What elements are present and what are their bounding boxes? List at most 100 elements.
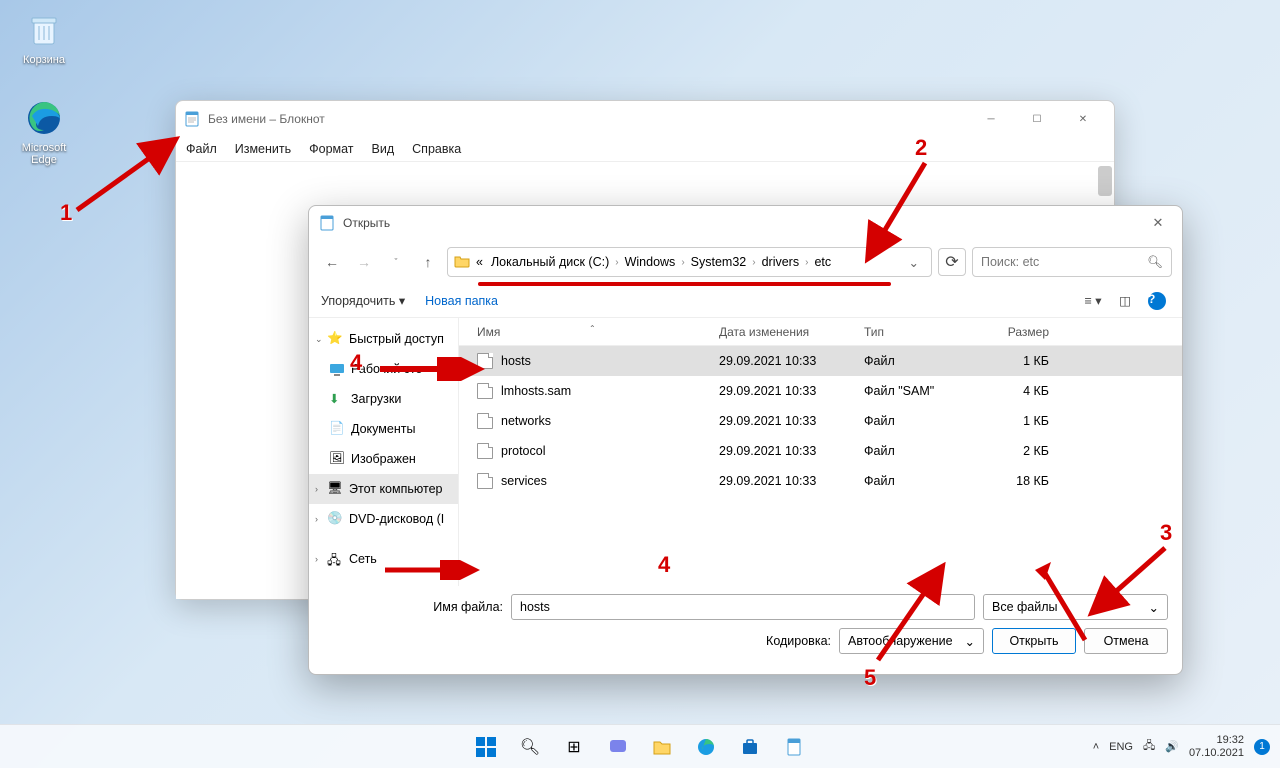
sidebar-this-pc[interactable]: ›🖥Этот компьютер [309,474,458,504]
breadcrumb-etc[interactable]: etc [812,253,833,271]
address-bar[interactable]: « Локальный диск (C:) › Windows › System… [447,247,932,277]
file-type: Файл "SAM" [864,384,984,398]
star-icon: ⭐ [327,331,343,347]
new-folder-button[interactable]: Новая папка [425,294,498,308]
nav-forward-button[interactable]: → [351,249,377,275]
taskbar-search-button[interactable]: 🔍︎ [511,728,549,766]
search-icon: 🔍︎ [1147,255,1163,270]
search-placeholder: Поиск: etc [981,255,1039,269]
file-list: Имя⌃ Дата изменения Тип Размер hosts 29.… [459,318,1182,586]
file-date: 29.09.2021 10:33 [719,444,864,458]
close-button[interactable]: ✕ [1060,101,1106,137]
file-icon [477,473,493,489]
file-row[interactable]: services 29.09.2021 10:33 Файл 18 КБ [459,466,1182,496]
open-button[interactable]: Открыть [992,628,1076,654]
tray-network-icon[interactable]: 🖧 [1143,737,1155,756]
sidebar-quick-access[interactable]: ⌄⭐Быстрый доступ [309,324,458,354]
filename-input[interactable] [511,594,975,620]
taskbar-chat-button[interactable] [599,728,637,766]
chevron-down-icon: ⌄ [1149,600,1159,615]
sidebar-documents[interactable]: 📄Документы [309,414,458,444]
edge-icon [24,98,64,138]
taskbar-explorer-button[interactable] [643,728,681,766]
start-button[interactable] [467,728,505,766]
tray-clock[interactable]: 19:32 07.10.2021 [1189,734,1244,760]
file-row[interactable]: networks 29.09.2021 10:33 Файл 1 КБ [459,406,1182,436]
column-header-name[interactable]: Имя⌃ [459,325,719,339]
nav-up-button[interactable]: ↑ [415,249,441,275]
breadcrumb-drivers[interactable]: drivers [760,253,802,271]
menu-format[interactable]: Формат [309,142,353,156]
file-size: 1 КБ [984,354,1059,368]
minimize-button[interactable]: ─ [968,101,1014,137]
dvd-icon: 💿 [327,511,343,527]
nav-recent-button[interactable]: ˇ [383,249,409,275]
column-header-date[interactable]: Дата изменения [719,325,864,339]
sidebar-desktop[interactable]: Рабочий сто [309,354,458,384]
breadcrumb-system32[interactable]: System32 [689,253,749,271]
search-input[interactable]: Поиск: etc 🔍︎ [972,247,1172,277]
open-file-dialog: Открыть ✕ ← → ˇ ↑ « Локальный диск (C:) … [308,205,1183,675]
annotation-number-4b: 4 [350,350,362,376]
preview-pane-button[interactable]: ◫ [1112,290,1138,312]
file-date: 29.09.2021 10:33 [719,354,864,368]
notepad-menubar: Файл Изменить Формат Вид Справка [176,137,1114,161]
breadcrumb-disk[interactable]: Локальный диск (C:) [489,253,611,271]
taskbar-store-button[interactable] [731,728,769,766]
taskbar-edge-button[interactable] [687,728,725,766]
file-filter-dropdown[interactable]: Все файлы⌄ [983,594,1168,620]
recycle-bin-icon [24,10,64,50]
breadcrumb-windows[interactable]: Windows [623,253,678,271]
sidebar-network[interactable]: ›🖧Сеть [309,544,458,574]
column-header-size[interactable]: Размер [984,325,1059,339]
file-row[interactable]: lmhosts.sam 29.09.2021 10:33 Файл "SAM" … [459,376,1182,406]
organize-button[interactable]: Упорядочить ▾ [321,293,405,308]
menu-file[interactable]: Файл [186,142,217,156]
notepad-titlebar[interactable]: Без имени – Блокнот ─ ☐ ✕ [176,101,1114,137]
menu-view[interactable]: Вид [372,142,395,156]
tray-language[interactable]: ENG [1109,741,1133,753]
chevron-down-icon: ⌄ [965,634,975,649]
file-date: 29.09.2021 10:33 [719,384,864,398]
menu-edit[interactable]: Изменить [235,142,291,156]
file-row[interactable]: hosts 29.09.2021 10:33 Файл 1 КБ [459,346,1182,376]
view-options-button[interactable]: ≡ ▾ [1080,290,1106,312]
file-name: networks [501,414,719,428]
nav-back-button[interactable]: ← [319,249,345,275]
desktop-icon-label: Корзина [8,54,80,66]
file-row[interactable]: protocol 29.09.2021 10:33 Файл 2 КБ [459,436,1182,466]
chevron-right-icon: › [681,257,684,268]
encoding-label: Кодировка: [766,634,831,648]
sidebar-dvd[interactable]: ›💿DVD-дисковод (I [309,504,458,534]
sidebar-pictures[interactable]: 🖼Изображен [309,444,458,474]
file-name: services [501,474,719,488]
address-dropdown-button[interactable]: ⌄ [903,255,925,270]
tray-overflow-button[interactable]: ˄ [1093,741,1099,753]
tray-notifications-button[interactable]: 1 [1254,739,1270,755]
menu-help[interactable]: Справка [412,142,461,156]
help-button[interactable]: ? [1144,290,1170,312]
sidebar-downloads[interactable]: ⬇Загрузки [309,384,458,414]
encoding-dropdown[interactable]: Автообнаружение⌄ [839,628,984,654]
annotation-number-4: 4 [658,552,670,578]
breadcrumb-prefix: « [474,253,485,271]
desktop-icon-edge[interactable]: Microsoft Edge [8,98,80,166]
taskbar-notepad-button[interactable] [775,728,813,766]
cancel-button[interactable]: Отмена [1084,628,1168,654]
chevron-right-icon: › [805,257,808,268]
refresh-button[interactable]: ⟳ [938,248,966,276]
pc-icon: 🖥 [327,481,343,497]
maximize-button[interactable]: ☐ [1014,101,1060,137]
filename-label: Имя файла: [323,600,503,614]
desktop-icon-recycle-bin[interactable]: Корзина [8,10,80,66]
tray-volume-icon[interactable]: 🔊 [1165,740,1179,753]
file-icon [477,413,493,429]
scrollbar-thumb[interactable] [1098,166,1112,196]
dialog-close-button[interactable]: ✕ [1144,209,1172,237]
taskbar: 🔍︎ ⊞ ˄ ENG 🖧 🔊 19:32 07.10.2021 1 [0,724,1280,768]
file-size: 4 КБ [984,384,1059,398]
column-header-type[interactable]: Тип [864,325,984,339]
navigation-sidebar: ⌄⭐Быстрый доступ Рабочий сто ⬇Загрузки 📄… [309,318,459,586]
task-view-button[interactable]: ⊞ [555,728,593,766]
annotation-number-5: 5 [864,665,876,691]
